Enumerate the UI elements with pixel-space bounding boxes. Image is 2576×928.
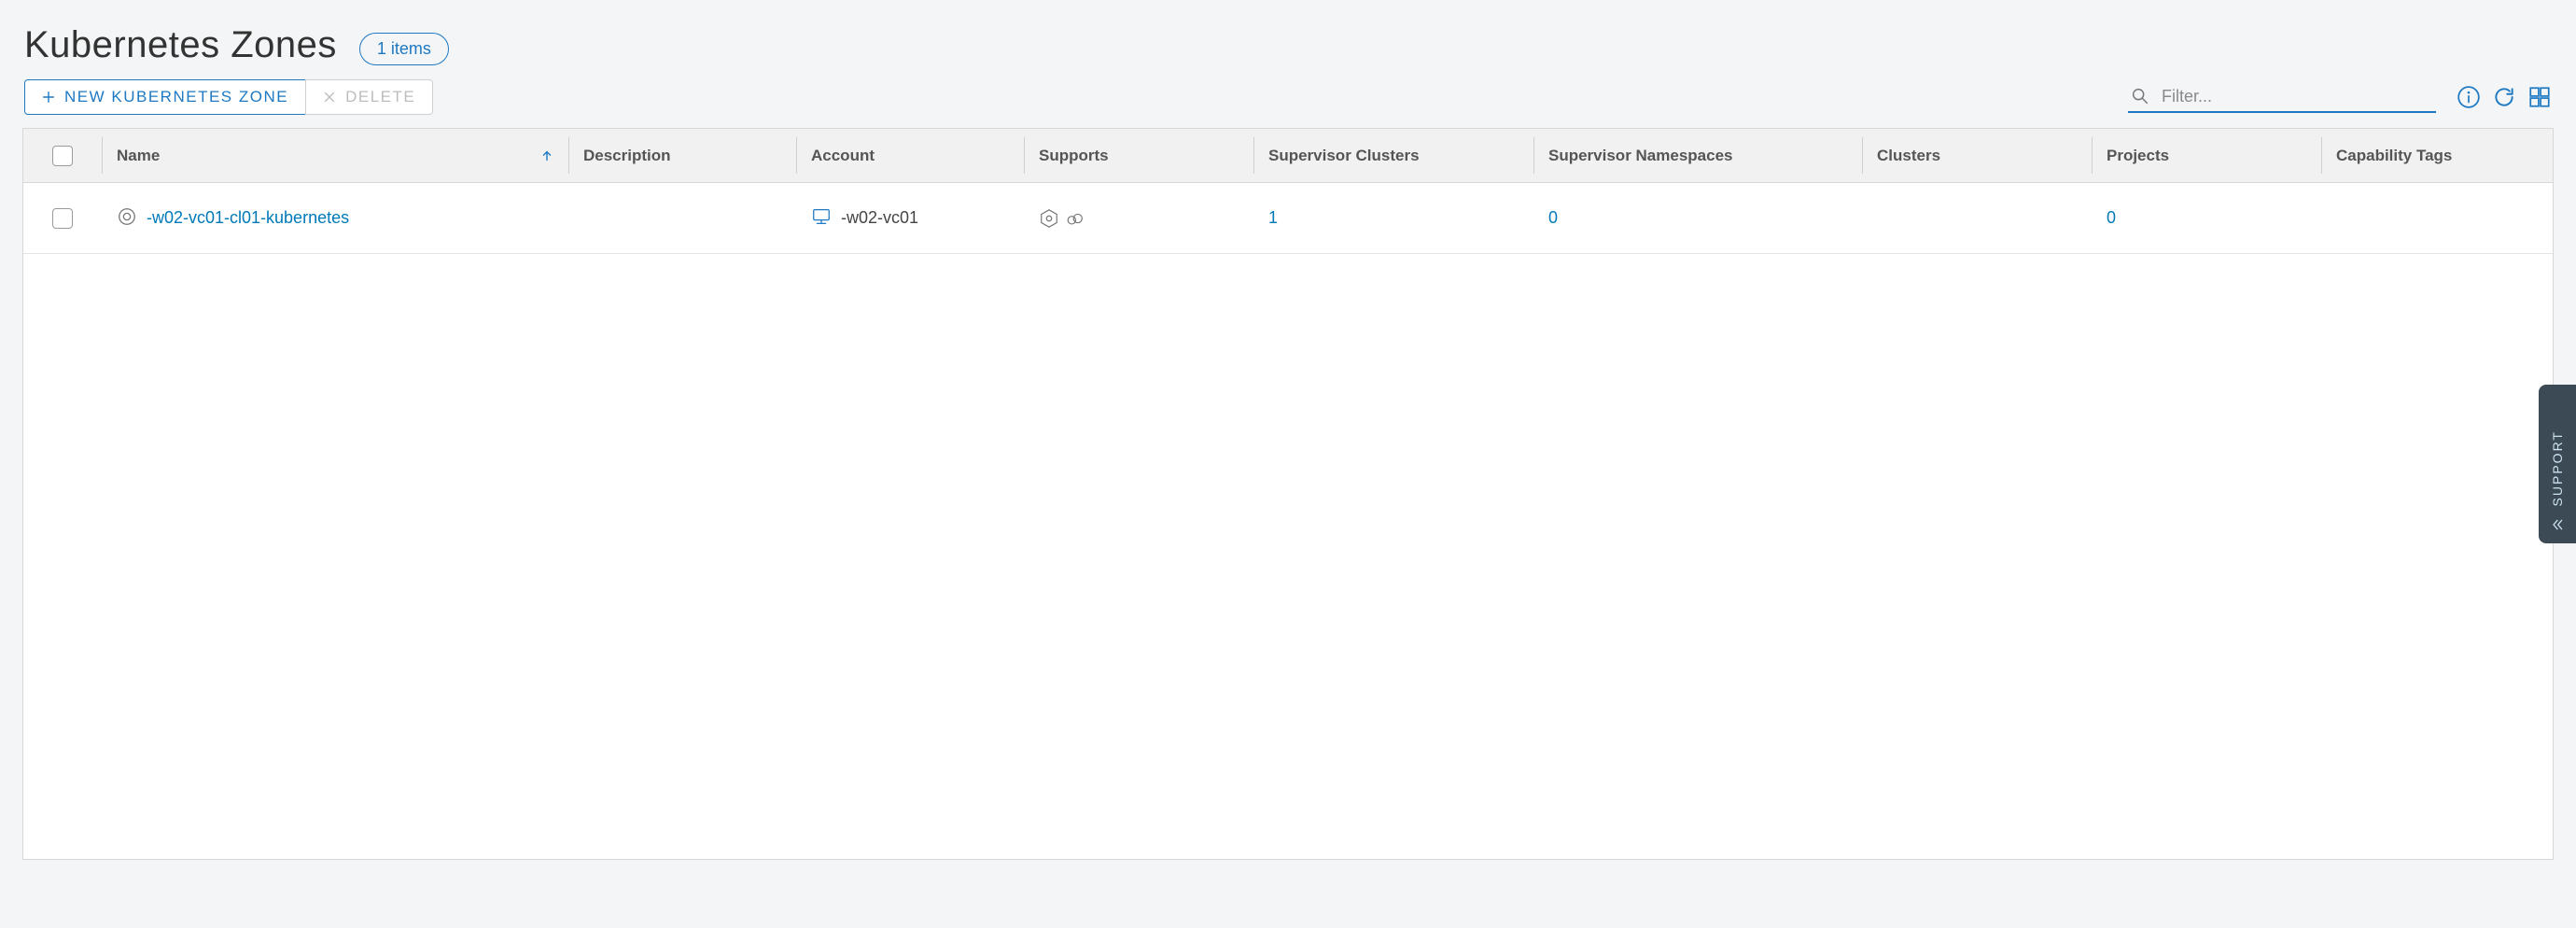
table-row: -w02-vc01-cl01-kubernetes -w02-vc01 bbox=[23, 183, 2553, 254]
supports-cell bbox=[1024, 195, 1253, 242]
supervisor-clusters-cell: 1 bbox=[1253, 193, 1533, 243]
cloud-icon bbox=[1065, 208, 1085, 229]
item-count-pill: 1 items bbox=[359, 33, 449, 65]
supervisor-namespaces-link[interactable]: 0 bbox=[1548, 206, 1558, 230]
search-icon bbox=[2130, 86, 2150, 106]
plus-icon bbox=[42, 91, 55, 104]
column-header-supports-label: Supports bbox=[1039, 147, 1109, 165]
column-header-select bbox=[23, 129, 102, 182]
column-header-projects-label: Projects bbox=[2107, 147, 2169, 165]
support-tab-label: SUPPORT bbox=[2550, 430, 2565, 506]
clusters-cell bbox=[1862, 205, 2092, 232]
column-header-capability-tags[interactable]: Capability Tags bbox=[2321, 129, 2553, 182]
zone-name-link[interactable]: -w02-vc01-cl01-kubernetes bbox=[147, 206, 349, 230]
column-header-clusters[interactable]: Clusters bbox=[1862, 129, 2092, 182]
column-header-supervisor-namespaces[interactable]: Supervisor Namespaces bbox=[1533, 129, 1862, 182]
select-all-checkbox[interactable] bbox=[52, 146, 73, 166]
column-header-capability-tags-label: Capability Tags bbox=[2336, 147, 2452, 165]
page-title: Kubernetes Zones bbox=[24, 24, 337, 66]
supervisor-clusters-link[interactable]: 1 bbox=[1268, 206, 1278, 230]
column-header-description[interactable]: Description bbox=[568, 129, 796, 182]
viewport: Kubernetes Zones 1 items NEW KUBERNETES … bbox=[0, 0, 2576, 928]
account-cell: -w02-vc01 bbox=[796, 193, 1024, 243]
delete-label: DELETE bbox=[345, 88, 415, 106]
page-header: Kubernetes Zones 1 items bbox=[0, 0, 2576, 74]
description-cell bbox=[568, 205, 796, 232]
column-header-account-label: Account bbox=[811, 147, 875, 165]
zone-icon bbox=[117, 206, 137, 227]
column-header-projects[interactable]: Projects bbox=[2092, 129, 2321, 182]
column-header-clusters-label: Clusters bbox=[1877, 147, 1940, 165]
name-cell: -w02-vc01-cl01-kubernetes bbox=[102, 193, 568, 243]
close-icon bbox=[323, 91, 336, 104]
grid-view-icon[interactable] bbox=[2527, 85, 2552, 109]
filter-field[interactable] bbox=[2128, 82, 2436, 113]
refresh-icon[interactable] bbox=[2492, 85, 2516, 109]
sort-asc-icon bbox=[540, 149, 553, 162]
supervisor-namespaces-cell: 0 bbox=[1533, 193, 1862, 243]
capability-tags-cell bbox=[2321, 205, 2553, 232]
support-tab[interactable]: SUPPORT bbox=[2539, 385, 2576, 543]
table-header-row: Name Description Account Supports Superv… bbox=[23, 129, 2553, 183]
row-select-cell bbox=[23, 195, 102, 242]
toolbar: NEW KUBERNETES ZONE DELETE bbox=[0, 74, 2576, 128]
kubernetes-icon bbox=[1039, 208, 1059, 229]
info-icon[interactable] bbox=[2457, 85, 2481, 109]
column-header-supervisor-namespaces-label: Supervisor Namespaces bbox=[1548, 147, 1733, 165]
toolbar-icons bbox=[2457, 85, 2552, 109]
column-header-account[interactable]: Account bbox=[796, 129, 1024, 182]
filter-input[interactable] bbox=[2160, 86, 2434, 107]
row-select-checkbox[interactable] bbox=[52, 208, 73, 229]
account-value: -w02-vc01 bbox=[841, 206, 918, 230]
column-header-supervisor-clusters-label: Supervisor Clusters bbox=[1268, 147, 1420, 165]
column-header-description-label: Description bbox=[583, 147, 671, 165]
projects-link[interactable]: 0 bbox=[2107, 206, 2116, 230]
column-header-name[interactable]: Name bbox=[102, 129, 568, 182]
vcenter-icon bbox=[811, 206, 832, 227]
delete-button: DELETE bbox=[305, 79, 433, 115]
new-kubernetes-zone-button[interactable]: NEW KUBERNETES ZONE bbox=[24, 79, 306, 115]
new-kubernetes-zone-label: NEW KUBERNETES ZONE bbox=[64, 88, 288, 106]
column-header-supervisor-clusters[interactable]: Supervisor Clusters bbox=[1253, 129, 1533, 182]
chevrons-left-icon bbox=[2550, 517, 2565, 532]
column-header-supports[interactable]: Supports bbox=[1024, 129, 1253, 182]
kubernetes-zones-table: Name Description Account Supports Superv… bbox=[22, 128, 2554, 860]
column-header-name-label: Name bbox=[117, 147, 160, 165]
projects-cell: 0 bbox=[2092, 193, 2321, 243]
